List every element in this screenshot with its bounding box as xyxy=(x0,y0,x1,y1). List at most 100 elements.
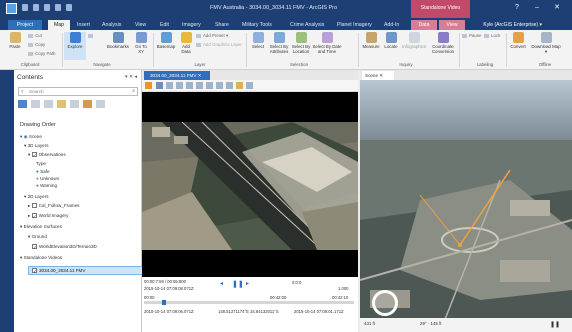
tree-item-cal-frames[interactable]: ▸ Cal_Follow_Frames xyxy=(28,203,79,209)
video-player[interactable] xyxy=(142,92,358,277)
playback-speed[interactable]: 1.000 xyxy=(338,286,348,291)
copy-button[interactable]: Copy xyxy=(28,42,45,48)
select-by-attributes-button[interactable]: Select By Attributes xyxy=(268,32,290,54)
play-options-icon[interactable] xyxy=(145,82,152,89)
download-map-button[interactable]: Download Map ▾ xyxy=(531,32,561,54)
pause-labeling-button[interactable]: Pause xyxy=(462,33,481,39)
select-by-date-button[interactable]: Select By Date and Time xyxy=(312,32,342,54)
infographics-button[interactable]: Infographics xyxy=(400,32,428,49)
zoom-icon[interactable] xyxy=(166,82,173,89)
tab-video-view[interactable]: View xyxy=(439,20,465,30)
go-to-xy-button[interactable]: Go To XY xyxy=(132,32,150,54)
add-graphics-layer-button[interactable]: Add Graphics Layer xyxy=(196,42,242,48)
tab-project[interactable]: Project xyxy=(8,20,42,30)
capture-icon[interactable] xyxy=(186,82,193,89)
pencil-icon[interactable] xyxy=(57,100,66,108)
context-tab-group: Standalone Video xyxy=(411,0,470,18)
coordinate-conversion-button[interactable]: Coordinate Conversion xyxy=(428,32,458,54)
minimize-button[interactable]: – xyxy=(532,3,542,13)
locate-button[interactable]: Locate xyxy=(382,32,400,49)
checkbox-icon[interactable] xyxy=(31,203,37,209)
close-button[interactable]: ✕ xyxy=(552,3,562,13)
tree-item-elevation[interactable]: ▾ Elevation Surfaces xyxy=(20,224,62,230)
checkbox-icon[interactable]: ✓ xyxy=(32,268,37,274)
lock-labeling-button[interactable]: Lock xyxy=(484,33,500,39)
tree-item-scene[interactable]: ▾ ◉ Scene xyxy=(20,134,42,140)
redo-icon[interactable] xyxy=(66,4,72,11)
basemap-button[interactable]: Basemap xyxy=(155,32,177,49)
timeline-track[interactable] xyxy=(144,301,354,304)
explore-button[interactable]: Explore xyxy=(64,32,86,60)
follow-icon[interactable] xyxy=(236,82,243,89)
link-icon[interactable] xyxy=(196,82,203,89)
timeline-slider-handle[interactable] xyxy=(162,300,166,305)
source-icon[interactable] xyxy=(44,100,53,108)
navigator-control[interactable] xyxy=(372,290,398,316)
step-back-icon[interactable]: ◂ xyxy=(220,280,223,287)
scene-view-3d[interactable] xyxy=(360,80,572,332)
save-icon[interactable] xyxy=(44,4,50,11)
bookmark-icon[interactable] xyxy=(156,82,163,89)
measure-button[interactable]: Measure xyxy=(360,32,382,49)
new-icon[interactable] xyxy=(22,4,28,11)
convert-button[interactable]: Convert xyxy=(507,32,529,49)
user-account[interactable]: Kyle (ArcGIS Enterprise) ▾ xyxy=(483,20,542,30)
tab-scene[interactable]: Scene ✕ xyxy=(362,71,394,80)
settings-icon[interactable] xyxy=(246,82,253,89)
tab-edit[interactable]: Edit xyxy=(160,20,169,30)
tab-share[interactable]: Share xyxy=(215,20,229,30)
search-placeholder: Search xyxy=(29,89,44,94)
pause-button[interactable]: ❚❚ xyxy=(232,280,244,288)
contents-search-input[interactable]: ▿ Search ⌕ xyxy=(18,87,138,96)
paste-button[interactable]: Paste xyxy=(4,32,26,49)
tab-view[interactable]: View xyxy=(135,20,146,30)
checkbox-icon[interactable]: ✓ xyxy=(31,213,37,219)
tree-item-standalone-videos[interactable]: ▾ Standalone Videos xyxy=(20,255,62,261)
chart-icon[interactable] xyxy=(96,100,105,108)
checkbox-icon[interactable]: ✓ xyxy=(32,244,37,250)
tree-item-world-elevation[interactable]: ✓ WorldElevation3D/Terrain3D xyxy=(32,244,97,250)
selection-icon[interactable] xyxy=(31,100,40,108)
map-nav-tools[interactable] xyxy=(88,33,95,39)
pane-controls[interactable]: ▾ ✕ ◂ xyxy=(125,74,137,80)
ground-track-icon[interactable] xyxy=(216,82,223,89)
bookmarks-button[interactable]: Bookmarks xyxy=(104,32,132,49)
step-forward-icon[interactable]: ▸ xyxy=(246,280,249,287)
open-icon[interactable] xyxy=(33,4,39,11)
tab-analysis[interactable]: Analysis xyxy=(102,20,121,30)
tab-data[interactable]: Data xyxy=(411,20,437,30)
scene-scale[interactable]: 431 ft xyxy=(364,321,375,326)
tree-item-3d-layers[interactable]: ▾ 3D Layers xyxy=(24,143,49,149)
add-preset-button[interactable]: Add Preset ▾ xyxy=(196,33,228,39)
tree-item-ground[interactable]: ▾ Ground xyxy=(28,234,47,240)
snapping-icon[interactable] xyxy=(70,100,79,108)
legend-label: Safe xyxy=(40,169,50,174)
tab-military-tools[interactable]: Military Tools xyxy=(242,20,272,30)
add-data-button[interactable]: Add Data xyxy=(177,32,195,54)
tab-crime-analysis[interactable]: Crime Analysis xyxy=(290,20,324,30)
checkbox-icon[interactable]: ✓ xyxy=(31,152,37,158)
select-button[interactable]: Select xyxy=(248,32,268,49)
select-by-location-button[interactable]: Select By Location xyxy=(290,32,312,54)
search-icon[interactable]: ⌕ xyxy=(132,88,135,95)
help-button[interactable]: ? xyxy=(512,3,522,13)
tab-planet-imagery[interactable]: Planet Imagery xyxy=(337,20,372,30)
tree-item-video-selected[interactable]: ✓ 3034.00_3034.11 FMV xyxy=(28,266,152,275)
label-icon[interactable] xyxy=(83,100,92,108)
tab-video-player[interactable]: 3034.00_3034.11 FMV ✕ xyxy=(144,71,210,80)
tab-map[interactable]: Map xyxy=(48,20,70,30)
tree-item-2d-layers[interactable]: ▾ 2D Layers xyxy=(24,194,49,200)
sensor-icon[interactable] xyxy=(226,82,233,89)
tab-imagery[interactable]: Imagery xyxy=(182,20,201,30)
frame-outline-icon[interactable] xyxy=(206,82,213,89)
pause-drawing-icon[interactable]: ❚❚ xyxy=(550,321,560,328)
cut-button[interactable]: Cut xyxy=(28,33,42,39)
tree-item-world-imagery[interactable]: ▸ ✓ World Imagery xyxy=(28,213,68,219)
measure-icon[interactable] xyxy=(176,82,183,89)
tab-add-in[interactable]: Add-In xyxy=(384,20,399,30)
undo-icon[interactable] xyxy=(55,4,61,11)
tab-insert[interactable]: Insert xyxy=(77,20,90,30)
drawing-order-icon[interactable] xyxy=(18,100,27,108)
copy-path-button[interactable]: Copy Path xyxy=(28,51,56,57)
tree-item-observations[interactable]: ▾ ✓ Observations xyxy=(28,152,66,158)
